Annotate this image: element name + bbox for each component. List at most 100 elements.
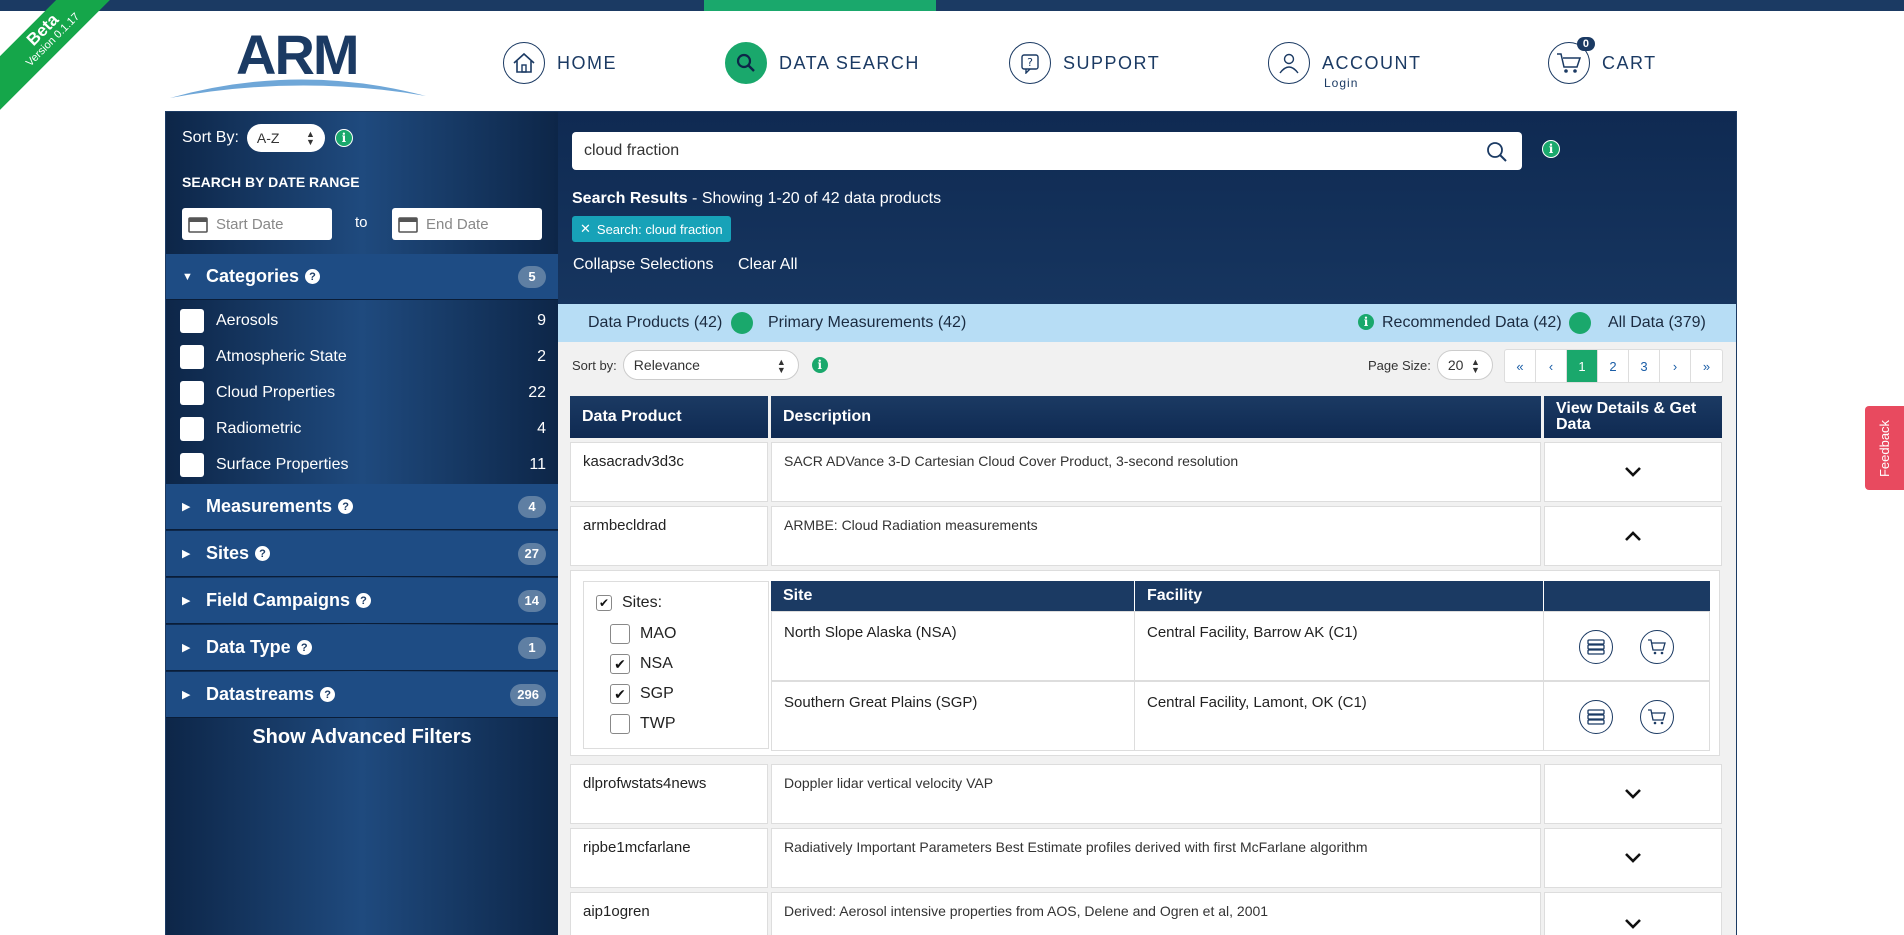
category-item-surface-properties[interactable]: Surface Properties 11 xyxy=(180,450,546,480)
datastreams-count: 296 xyxy=(510,683,546,706)
info-icon[interactable]: i xyxy=(810,356,829,374)
site-option-label: MAO xyxy=(640,625,677,642)
help-icon[interactable]: ? xyxy=(305,269,321,284)
col-header-description: Description xyxy=(771,396,1541,438)
category-item-radiometric[interactable]: Radiometric 4 xyxy=(180,414,546,444)
search-input[interactable]: cloud fraction xyxy=(572,132,1522,170)
nav-support[interactable]: ? SUPPORT xyxy=(1009,40,1160,86)
product-name[interactable]: aip1ogren xyxy=(570,892,768,935)
data-toggle-switch[interactable] xyxy=(1569,312,1591,334)
arm-logo[interactable]: ARM xyxy=(170,22,426,100)
checkbox-checked[interactable]: ✔ xyxy=(596,595,612,611)
checkbox[interactable] xyxy=(180,417,204,441)
site-option-nsa[interactable]: ✔ NSA xyxy=(610,654,673,674)
categories-header[interactable]: ▼ Categories ? 5 xyxy=(166,254,558,300)
category-count: 4 xyxy=(537,420,546,437)
field-campaigns-header[interactable]: ▶ Field Campaigns ? 14 xyxy=(166,578,558,624)
expand-row-button[interactable] xyxy=(1544,828,1722,888)
help-icon[interactable]: ? xyxy=(320,687,336,702)
product-name[interactable]: dlprofwstats4news xyxy=(570,764,768,824)
results-count-text: - Showing 1-20 of 42 data products xyxy=(687,190,942,207)
checkbox[interactable] xyxy=(180,381,204,405)
login-link[interactable]: Login xyxy=(1324,76,1358,90)
first-page-button[interactable]: « xyxy=(1505,350,1536,382)
data-products-option[interactable]: Data Products (42) xyxy=(588,314,722,332)
category-count: 2 xyxy=(537,348,546,365)
show-advanced-filters-button[interactable]: Show Advanced Filters xyxy=(166,726,558,749)
results-sort-select[interactable]: Relevance ▲ ▼ xyxy=(622,350,799,380)
sidebar-sort: Sort By: A-Z ▲ ▼ i xyxy=(182,124,353,152)
calendar-icon xyxy=(188,217,208,233)
nav-account[interactable]: ACCOUNT Login xyxy=(1268,40,1422,90)
view-toggle-switch[interactable] xyxy=(731,312,753,334)
start-date-input[interactable]: Start Date xyxy=(182,208,332,240)
cart-icon xyxy=(1648,639,1666,655)
checkbox[interactable] xyxy=(610,624,630,644)
checkbox-checked[interactable]: ✔ xyxy=(610,654,630,674)
page-3-button[interactable]: 3 xyxy=(1629,350,1660,382)
close-icon[interactable]: ✕ xyxy=(580,221,591,237)
sites-all-checkbox[interactable]: ✔ Sites: xyxy=(596,594,662,612)
checkbox[interactable] xyxy=(180,453,204,477)
help-icon[interactable]: ? xyxy=(356,593,372,608)
search-filter-chip[interactable]: ✕ Search: cloud fraction xyxy=(572,216,731,242)
caret-right-icon: ▶ xyxy=(182,689,191,701)
product-name[interactable]: kasacradv3d3c xyxy=(570,442,768,502)
help-icon[interactable]: ? xyxy=(296,640,312,655)
last-page-button[interactable]: » xyxy=(1691,350,1722,382)
caret-right-icon: ▶ xyxy=(182,642,191,654)
select-arrows-icon: ▲ ▼ xyxy=(1470,357,1480,375)
beta-label: Beta xyxy=(22,9,63,50)
nav-cart[interactable]: 0 CART xyxy=(1548,37,1657,86)
expand-row-button[interactable] xyxy=(1544,892,1722,935)
view-datastreams-button[interactable] xyxy=(1579,630,1613,664)
info-icon[interactable]: i xyxy=(1357,313,1375,331)
checkbox-checked[interactable]: ✔ xyxy=(610,684,630,704)
category-item-cloud-properties[interactable]: Cloud Properties 22 xyxy=(180,378,546,408)
feedback-tab[interactable]: Feedback xyxy=(1865,406,1904,490)
next-page-button[interactable]: › xyxy=(1660,350,1691,382)
expand-row-button[interactable] xyxy=(1544,442,1722,502)
search-query: cloud fraction xyxy=(584,142,680,159)
site-option-mao[interactable]: MAO xyxy=(610,624,676,644)
nav-data-search[interactable]: DATA SEARCH xyxy=(725,40,920,86)
help-icon[interactable]: ? xyxy=(255,546,271,561)
view-datastreams-button[interactable] xyxy=(1579,700,1613,734)
primary-measurements-option[interactable]: Primary Measurements (42) xyxy=(768,314,966,332)
checkbox[interactable] xyxy=(610,714,630,734)
product-name[interactable]: ripbe1mcfarlane xyxy=(570,828,768,888)
site-option-sgp[interactable]: ✔ SGP xyxy=(610,684,674,704)
page-2-button[interactable]: 2 xyxy=(1598,350,1629,382)
add-to-cart-button[interactable] xyxy=(1640,700,1674,734)
help-icon[interactable]: ? xyxy=(338,499,354,514)
expand-row-button[interactable] xyxy=(1544,764,1722,824)
all-data-option[interactable]: All Data (379) xyxy=(1608,314,1706,332)
site-option-twp[interactable]: TWP xyxy=(610,714,676,734)
product-name[interactable]: armbecldrad xyxy=(570,506,768,566)
collapse-row-button[interactable] xyxy=(1544,506,1722,566)
end-date-input[interactable]: End Date xyxy=(392,208,542,240)
sites-header[interactable]: ▶ Sites ? 27 xyxy=(166,531,558,577)
category-item-aerosols[interactable]: Aerosols 9 xyxy=(180,306,546,336)
info-icon[interactable]: i xyxy=(334,129,353,147)
category-item-atmospheric-state[interactable]: Atmospheric State 2 xyxy=(180,342,546,372)
search-icon[interactable] xyxy=(1486,141,1508,163)
page-size-select[interactable]: 20 ▲ ▼ xyxy=(1436,350,1493,380)
site-option-label: TWP xyxy=(640,715,676,732)
add-to-cart-button[interactable] xyxy=(1640,630,1674,664)
info-icon[interactable]: i xyxy=(1542,140,1560,158)
checkbox[interactable] xyxy=(180,309,204,333)
measurements-header[interactable]: ▶ Measurements ? 4 xyxy=(166,484,558,530)
collapse-selections-link[interactable]: Collapse Selections xyxy=(573,256,714,274)
sidebar-sort-select[interactable]: A-Z ▲ ▼ xyxy=(246,124,325,152)
checkbox[interactable] xyxy=(180,345,204,369)
page-1-button[interactable]: 1 xyxy=(1567,350,1598,382)
recommended-data-option[interactable]: Recommended Data (42) xyxy=(1382,314,1562,332)
prev-page-button[interactable]: ‹ xyxy=(1536,350,1567,382)
clear-all-link[interactable]: Clear All xyxy=(738,256,798,274)
nav-home[interactable]: HOME xyxy=(503,40,617,86)
data-type-header[interactable]: ▶ Data Type ? 1 xyxy=(166,625,558,671)
support-question-icon: ? xyxy=(1009,42,1051,84)
field-campaigns-count: 14 xyxy=(517,589,546,612)
datastreams-header[interactable]: ▶ Datastreams ? 296 xyxy=(166,672,558,718)
